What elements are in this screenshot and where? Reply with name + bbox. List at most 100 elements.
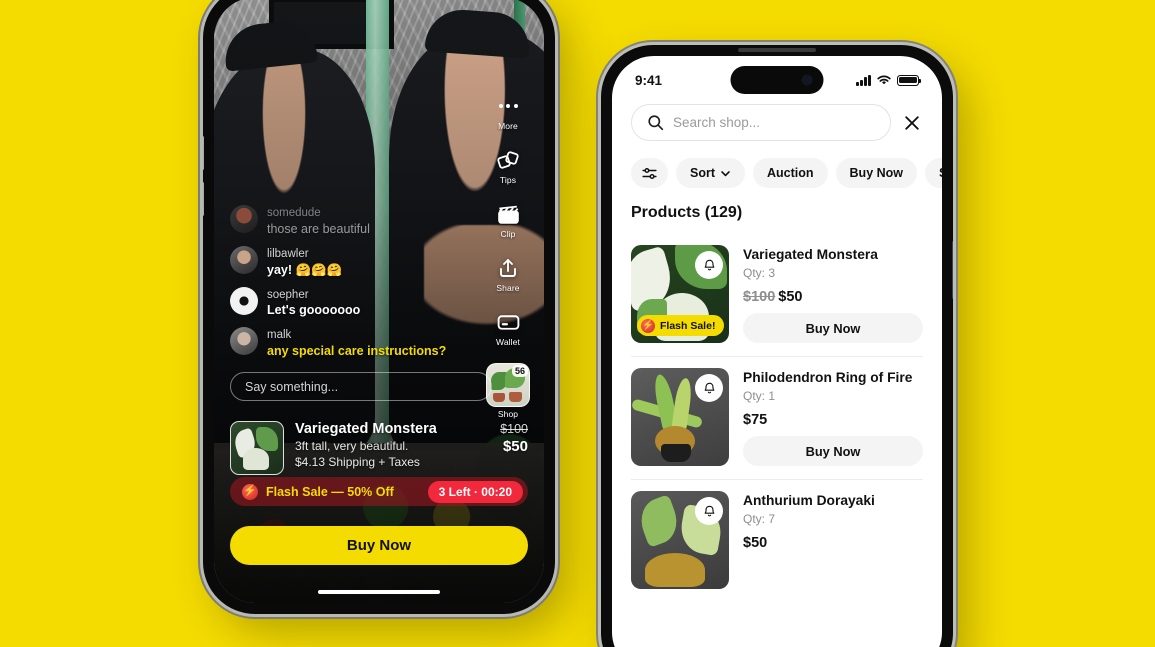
shop-thumbnail-icon: 56 <box>486 363 530 407</box>
filter-button[interactable] <box>631 158 668 188</box>
rail-label-shop: Shop <box>497 409 519 419</box>
product-qty: Qty: 3 <box>743 266 776 280</box>
lightning-bolt-icon: ⚡ <box>641 318 655 333</box>
product-qty: Qty: 7 <box>743 512 776 526</box>
rail-item-more[interactable]: More <box>479 93 537 131</box>
comment-username: somedude <box>267 207 321 220</box>
filter-sliders-icon <box>642 167 657 179</box>
featured-product-pricing: $100 $50 <box>500 421 528 455</box>
avatar <box>230 205 258 234</box>
notify-bell-button[interactable] <box>695 497 723 525</box>
flash-sale-tag: ⚡ Flash Sale! <box>637 315 725 336</box>
buy-now-chip[interactable]: Buy Now <box>835 158 918 188</box>
product-sale-price: $75 <box>743 412 768 428</box>
chevron-down-icon <box>721 170 730 176</box>
featured-product-shipping: $4.13 Shipping + Taxes <box>295 455 420 469</box>
search-placeholder: Search shop... <box>673 115 761 130</box>
featured-product-description: 3ft tall, very beautiful. <box>295 439 409 453</box>
comment-item: malk any special care instructions? <box>230 327 492 359</box>
comment-text: any special care instructions? <box>267 344 447 358</box>
search-row: Search shop... <box>612 104 942 141</box>
product-thumbnail[interactable]: ⚡ Flash Sale! <box>631 245 729 343</box>
flash-sale-tag-label: Flash Sale! <box>660 319 716 332</box>
shop-screen: 9:41 Search shop... Sort Auction Buy Now… <box>612 56 942 647</box>
bell-icon <box>704 259 714 270</box>
product-price: $100 $50 <box>743 289 923 305</box>
auction-chip[interactable]: Auction <box>753 158 828 188</box>
product-buy-now-button[interactable]: Buy Now <box>743 436 923 466</box>
rail-label-more: More <box>498 121 518 131</box>
flash-sale-banner: ⚡ Flash Sale — 50% Off 3 Left · 00:20 <box>230 477 528 506</box>
product-row[interactable]: Philodendron Ring of Fire Qty: 1 $75 Buy… <box>631 357 923 480</box>
tips-coins-icon <box>479 147 537 173</box>
bell-icon <box>704 382 714 393</box>
live-comments-list[interactable]: somedude those are beautiful lilbawler y… <box>230 205 492 368</box>
status-time: 9:41 <box>635 72 663 88</box>
avatar <box>230 286 258 315</box>
battery-full-icon <box>897 74 921 86</box>
home-indicator[interactable] <box>318 589 440 594</box>
notify-bell-button[interactable] <box>695 374 723 402</box>
shop-phone: 9:41 Search shop... Sort Auction Buy Now… <box>601 45 953 647</box>
status-bar: 9:41 <box>612 67 942 93</box>
featured-product-title: Variegated Monstera <box>295 421 437 437</box>
close-search-button[interactable] <box>901 112 923 134</box>
comment-username: malk <box>267 329 292 342</box>
search-input[interactable]: Search shop... <box>631 104 891 141</box>
featured-product-card[interactable]: Variegated Monstera 3ft tall, very beaut… <box>230 421 528 475</box>
power-button[interactable] <box>952 241 953 299</box>
product-price: $50 <box>743 535 923 551</box>
product-name: Variegated Monstera <box>743 247 878 262</box>
wifi-icon <box>877 75 891 85</box>
comment-text: Let's gooooooo <box>267 303 361 318</box>
rail-item-tips[interactable]: Tips <box>479 147 537 185</box>
product-row[interactable]: Anthurium Dorayaki Qty: 7 $50 <box>631 480 923 602</box>
product-original-price: $100 <box>743 289 776 305</box>
more-dots-icon <box>479 93 537 119</box>
featured-product-thumbnail <box>230 421 284 475</box>
featured-original-price: $100 <box>500 422 528 436</box>
comment-item: somedude those are beautiful <box>230 205 492 237</box>
product-thumbnail[interactable] <box>631 368 729 466</box>
volume-down-button[interactable] <box>203 182 204 216</box>
sold-chip[interactable]: Sold <box>925 158 942 188</box>
notify-bell-button[interactable] <box>695 251 723 279</box>
comment-input[interactable]: Say something... <box>230 372 492 401</box>
rail-label-tips: Tips <box>499 175 517 185</box>
product-sale-price: $50 <box>743 535 768 551</box>
product-sale-price: $50 <box>778 289 803 305</box>
product-row[interactable]: ⚡ Flash Sale! Variegated Monstera Qty: 3… <box>631 234 923 357</box>
buy-now-button[interactable]: Buy Now <box>230 526 528 565</box>
avatar <box>230 327 258 356</box>
product-price: $75 <box>743 412 923 428</box>
avatar <box>230 245 258 274</box>
lightning-bolt-icon: ⚡ <box>242 483 258 500</box>
live-stream-screen: More Tips Clip Share Wallet 56 Shop some… <box>214 0 544 603</box>
sort-chip-label: Sort <box>690 166 715 180</box>
products-list[interactable]: ⚡ Flash Sale! Variegated Monstera Qty: 3… <box>612 234 942 647</box>
filter-chips-row: Sort Auction Buy Now Sold <box>612 158 942 188</box>
product-name: Philodendron Ring of Fire <box>743 370 913 385</box>
comment-username: lilbawler <box>267 247 309 260</box>
comment-item: soepher Let's gooooooo <box>230 286 492 319</box>
sort-chip[interactable]: Sort <box>676 158 745 188</box>
live-stream-phone: More Tips Clip Share Wallet 56 Shop some… <box>203 0 555 614</box>
bell-icon <box>704 505 714 516</box>
product-qty: Qty: 1 <box>743 389 776 403</box>
product-name: Anthurium Dorayaki <box>743 493 875 508</box>
comment-username: soepher <box>267 288 309 301</box>
flash-sale-label: Flash Sale — 50% Off <box>266 484 394 499</box>
comment-item: lilbawler yay! 🤗🤗🤗 <box>230 245 492 278</box>
flash-sale-countdown: 3 Left · 00:20 <box>427 480 523 503</box>
product-buy-now-button[interactable]: Buy Now <box>743 313 923 343</box>
search-icon <box>648 115 664 131</box>
volume-up-button[interactable] <box>203 136 204 170</box>
shop-count-badge: 56 <box>511 365 528 377</box>
comment-text: those are beautiful <box>267 221 370 236</box>
earpiece-speaker <box>738 48 816 52</box>
close-x-icon <box>905 115 919 130</box>
comment-input-placeholder: Say something... <box>245 379 339 394</box>
product-thumbnail[interactable] <box>631 491 729 589</box>
signal-bars-icon <box>856 74 871 86</box>
comment-text: yay! 🤗🤗🤗 <box>267 262 343 277</box>
